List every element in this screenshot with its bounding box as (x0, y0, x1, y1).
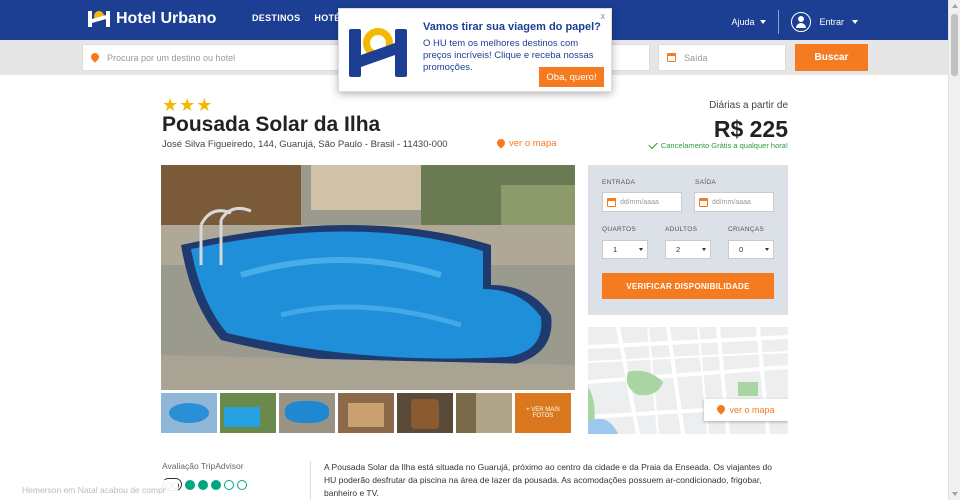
checkout-placeholder: Saída (684, 52, 708, 63)
popup-title: Vamos tirar sua viagem do papel? (423, 21, 601, 33)
destination-placeholder: Procura por um destino ou hotel (107, 52, 236, 63)
children-label: CRIANÇAS (728, 226, 764, 233)
main-photo[interactable] (161, 165, 575, 390)
help-label: Ajuda (731, 17, 755, 27)
nav-hoteis[interactable]: HOTÉ (314, 13, 340, 23)
map-view-button[interactable]: ver o mapa (704, 399, 788, 421)
rating-bubble-icon (224, 479, 234, 490)
hu-logo-icon (349, 28, 407, 77)
thumbnail[interactable] (397, 393, 453, 433)
rooms-select[interactable]: 1 (602, 240, 648, 259)
hotel-address: José Silva Figueiredo, 144, Guarujá, São… (162, 139, 448, 150)
chevron-down-icon (702, 248, 706, 251)
checkout-label: SAÍDA (695, 179, 717, 186)
checkout-date-placeholder: dd/mm/aaaa (712, 198, 751, 206)
calendar-icon (699, 197, 708, 207)
location-pin-icon (717, 405, 725, 415)
rating-bubble-icon (211, 479, 221, 490)
check-availability-button[interactable]: VERIFICAR DISPONIBILIDADE (602, 273, 774, 299)
login-menu[interactable]: Entrar (791, 12, 858, 32)
thumbnail[interactable] (220, 393, 276, 433)
rating-bubble-icon (198, 479, 208, 490)
social-proof-toast: Hemerson em Natal acabou de compr (0, 480, 178, 500)
brand-logo[interactable]: Hotel Urbano (88, 9, 216, 29)
scroll-up-icon[interactable] (952, 4, 958, 8)
children-value: 0 (739, 245, 744, 254)
checkin-date-field[interactable]: dd/mm/aaaa (602, 192, 682, 212)
calendar-icon (607, 197, 616, 207)
chevron-down-icon (765, 248, 769, 251)
newsletter-popup: Vamos tirar sua viagem do papel? O HU te… (338, 8, 612, 92)
view-map-link[interactable]: ver o mapa (497, 138, 557, 149)
checkin-input[interactable] (610, 44, 650, 71)
adults-value: 2 (676, 245, 681, 254)
search-button[interactable]: Buscar (795, 44, 868, 71)
rating-bubble-icon (185, 479, 195, 490)
chevron-down-icon (852, 20, 858, 24)
location-pin-icon (91, 53, 99, 63)
thumbnail[interactable] (338, 393, 394, 433)
photo-thumbnails: + VER MAIS FOTOS (161, 393, 571, 433)
page-scrollbar[interactable] (948, 0, 960, 500)
rooms-label: QUARTOS (602, 226, 637, 233)
help-menu[interactable]: Ajuda (731, 17, 767, 27)
close-icon[interactable]: x (601, 11, 606, 21)
section-divider (310, 461, 311, 500)
checkin-date-placeholder: dd/mm/aaaa (620, 198, 659, 206)
cancellation-label: Cancelamento Grátis a qualquer hora! (660, 141, 788, 150)
location-pin-icon (497, 139, 505, 149)
calendar-icon (667, 53, 676, 62)
hotel-description: A Pousada Solar da Ilha está situada no … (324, 462, 772, 498)
header-divider (778, 10, 780, 34)
location-map[interactable]: ver o mapa (588, 327, 788, 434)
tripadvisor-label: Avaliação TripAdvisor (162, 461, 244, 471)
user-icon (791, 12, 812, 32)
popup-cta-button[interactable]: Oba, quero! (539, 67, 604, 87)
rooms-value: 1 (613, 245, 618, 254)
thumbnail[interactable] (279, 393, 335, 433)
price-value: R$ 225 (713, 116, 788, 142)
scroll-down-icon[interactable] (952, 492, 958, 496)
price-label: Diárias a partir de (709, 100, 788, 111)
checkout-date-field[interactable]: dd/mm/aaaa (694, 192, 774, 212)
brand-name: Hotel Urbano (116, 10, 217, 27)
map-view-label: ver o mapa (729, 405, 775, 415)
pool-photo-image (161, 165, 575, 390)
checkin-label: ENTRADA (602, 179, 636, 186)
check-icon (648, 139, 658, 150)
thumbnail[interactable] (456, 393, 512, 433)
destination-input[interactable]: Procura por um destino ou hotel (82, 44, 342, 71)
login-label: Entrar (819, 17, 844, 27)
header-actions: Ajuda Entrar (731, 10, 858, 34)
hu-logo-icon (88, 11, 110, 27)
more-photos-button[interactable]: + VER MAIS FOTOS (515, 393, 571, 433)
nav-destinos[interactable]: DESTINOS (252, 13, 300, 23)
children-select[interactable]: 0 (728, 240, 774, 259)
adults-label: ADULTOS (665, 226, 698, 233)
booking-form: ENTRADA SAÍDA dd/mm/aaaa dd/mm/aaaa QUAR… (588, 165, 788, 315)
rating-bubble-icon (237, 479, 247, 490)
scroll-thumb[interactable] (951, 14, 958, 76)
adults-select[interactable]: 2 (665, 240, 711, 259)
thumbnail[interactable] (161, 393, 217, 433)
hotel-name: Pousada Solar da Ilha (162, 113, 381, 136)
free-cancellation: Cancelamento Grátis a qualquer hora! (648, 139, 788, 150)
main-nav: DESTINOS HOTÉ (252, 13, 341, 23)
view-map-label: ver o mapa (509, 138, 557, 149)
chevron-down-icon (639, 248, 643, 251)
checkout-input[interactable]: Saída (658, 44, 786, 71)
chevron-down-icon (760, 20, 767, 24)
